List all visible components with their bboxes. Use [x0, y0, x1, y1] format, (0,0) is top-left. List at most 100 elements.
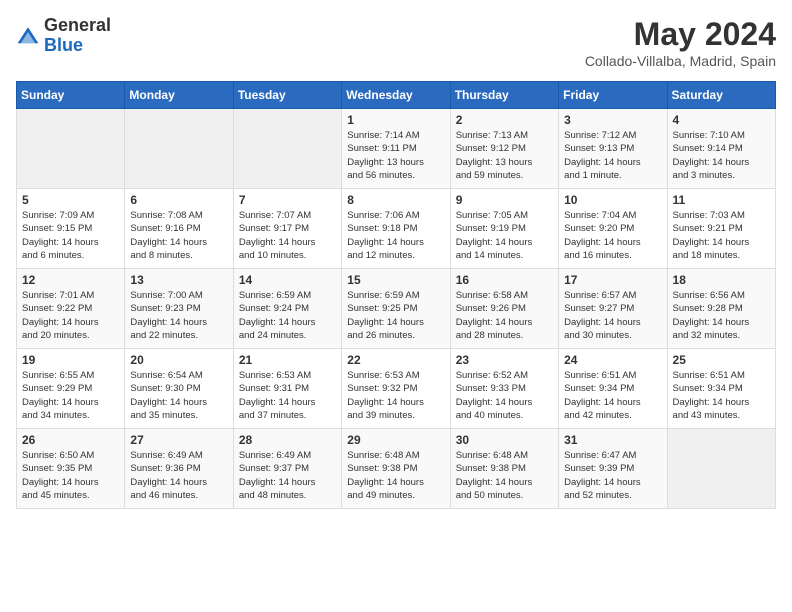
dow-header-friday: Friday: [559, 82, 667, 109]
day-number: 8: [347, 193, 444, 207]
day-number: 16: [456, 273, 553, 287]
day-number: 11: [673, 193, 770, 207]
calendar-cell: 9 Sunrise: 7:05 AM Sunset: 9:19 PM Daylig…: [450, 189, 558, 269]
day-info: Sunrise: 6:59 AM Sunset: 9:25 PM Dayligh…: [347, 289, 444, 342]
dow-header-saturday: Saturday: [667, 82, 775, 109]
dow-header-sunday: Sunday: [17, 82, 125, 109]
dow-header-wednesday: Wednesday: [342, 82, 450, 109]
day-info: Sunrise: 6:47 AM Sunset: 9:39 PM Dayligh…: [564, 449, 661, 502]
week-row-4: 19Sunrise: 6:55 AM Sunset: 9:29 PM Dayli…: [17, 349, 776, 429]
day-info: Sunrise: 7:09 AM Sunset: 9:15 PM Dayligh…: [22, 209, 119, 262]
dow-header-tuesday: Tuesday: [233, 82, 341, 109]
calendar-cell: [125, 109, 233, 189]
day-info: Sunrise: 7:13 AM Sunset: 9:12 PM Dayligh…: [456, 129, 553, 182]
calendar-cell: 17Sunrise: 6:57 AM Sunset: 9:27 PM Dayli…: [559, 269, 667, 349]
calendar-cell: 3Sunrise: 7:12 AM Sunset: 9:13 PM Daylig…: [559, 109, 667, 189]
calendar-cell: 1 Sunrise: 7:14 AM Sunset: 9:11 PM Daylig…: [342, 109, 450, 189]
calendar-cell: [17, 109, 125, 189]
day-info: Sunrise: 6:49 AM Sunset: 9:36 PM Dayligh…: [130, 449, 227, 502]
calendar-cell: 14 Sunrise: 6:59 AM Sunset: 9:24 PM Dayli…: [233, 269, 341, 349]
day-number: 22: [347, 353, 444, 367]
day-number: 6: [130, 193, 227, 207]
day-number: 29: [347, 433, 444, 447]
calendar-table: SundayMondayTuesdayWednesdayThursdayFrid…: [16, 81, 776, 509]
day-info: Sunrise: 6:59 AM Sunset: 9:24 PM Dayligh…: [239, 289, 336, 342]
day-number: 9: [456, 193, 553, 207]
calendar-body: 1 Sunrise: 7:14 AM Sunset: 9:11 PM Daylig…: [17, 109, 776, 509]
logo: General Blue: [16, 16, 111, 56]
calendar-cell: 28Sunrise: 6:49 AM Sunset: 9:37 PM Dayli…: [233, 429, 341, 509]
day-info: Sunrise: 6:51 AM Sunset: 9:34 PM Dayligh…: [673, 369, 770, 422]
calendar-cell: 11 Sunrise: 7:03 AM Sunset: 9:21 PM Dayli…: [667, 189, 775, 269]
week-row-5: 26 Sunrise: 6:50 AM Sunset: 9:35 PM Dayli…: [17, 429, 776, 509]
day-number: 5: [22, 193, 119, 207]
day-number: 27: [130, 433, 227, 447]
calendar-cell: 6Sunrise: 7:08 AM Sunset: 9:16 PM Daylig…: [125, 189, 233, 269]
day-info: Sunrise: 7:06 AM Sunset: 9:18 PM Dayligh…: [347, 209, 444, 262]
calendar-cell: 16 Sunrise: 6:58 AM Sunset: 9:26 PM Dayli…: [450, 269, 558, 349]
subtitle: Collado-Villalba, Madrid, Spain: [585, 53, 776, 69]
day-number: 26: [22, 433, 119, 447]
day-info: Sunrise: 6:49 AM Sunset: 9:37 PM Dayligh…: [239, 449, 336, 502]
day-info: Sunrise: 7:14 AM Sunset: 9:11 PM Dayligh…: [347, 129, 444, 182]
day-info: Sunrise: 6:54 AM Sunset: 9:30 PM Dayligh…: [130, 369, 227, 422]
calendar-cell: 18 Sunrise: 6:56 AM Sunset: 9:28 PM Dayli…: [667, 269, 775, 349]
day-info: Sunrise: 6:56 AM Sunset: 9:28 PM Dayligh…: [673, 289, 770, 342]
day-number: 14: [239, 273, 336, 287]
day-number: 30: [456, 433, 553, 447]
week-row-3: 12 Sunrise: 7:01 AM Sunset: 9:22 PM Dayli…: [17, 269, 776, 349]
day-info: Sunrise: 6:48 AM Sunset: 9:38 PM Dayligh…: [456, 449, 553, 502]
calendar-cell: 27 Sunrise: 6:49 AM Sunset: 9:36 PM Dayli…: [125, 429, 233, 509]
logo-general-text: General: [44, 16, 111, 36]
calendar-cell: 15 Sunrise: 6:59 AM Sunset: 9:25 PM Dayli…: [342, 269, 450, 349]
calendar-cell: 8 Sunrise: 7:06 AM Sunset: 9:18 PM Daylig…: [342, 189, 450, 269]
calendar-cell: 23 Sunrise: 6:52 AM Sunset: 9:33 PM Dayli…: [450, 349, 558, 429]
day-info: Sunrise: 7:01 AM Sunset: 9:22 PM Dayligh…: [22, 289, 119, 342]
logo-text: General Blue: [44, 16, 111, 56]
calendar-cell: 24Sunrise: 6:51 AM Sunset: 9:34 PM Dayli…: [559, 349, 667, 429]
day-number: 15: [347, 273, 444, 287]
dow-header-thursday: Thursday: [450, 82, 558, 109]
calendar-cell: 26 Sunrise: 6:50 AM Sunset: 9:35 PM Dayli…: [17, 429, 125, 509]
day-number: 1: [347, 113, 444, 127]
calendar-cell: 21 Sunrise: 6:53 AM Sunset: 9:31 PM Dayli…: [233, 349, 341, 429]
day-number: 20: [130, 353, 227, 367]
day-number: 25: [673, 353, 770, 367]
day-number: 23: [456, 353, 553, 367]
day-of-week-header: SundayMondayTuesdayWednesdayThursdayFrid…: [17, 82, 776, 109]
day-number: 21: [239, 353, 336, 367]
calendar-cell: 20 Sunrise: 6:54 AM Sunset: 9:30 PM Dayli…: [125, 349, 233, 429]
day-number: 7: [239, 193, 336, 207]
week-row-2: 5 Sunrise: 7:09 AM Sunset: 9:15 PM Daylig…: [17, 189, 776, 269]
day-number: 10: [564, 193, 661, 207]
calendar-cell: 7 Sunrise: 7:07 AM Sunset: 9:17 PM Daylig…: [233, 189, 341, 269]
day-number: 13: [130, 273, 227, 287]
day-info: Sunrise: 6:58 AM Sunset: 9:26 PM Dayligh…: [456, 289, 553, 342]
calendar-cell: 30 Sunrise: 6:48 AM Sunset: 9:38 PM Dayli…: [450, 429, 558, 509]
calendar-cell: 4Sunrise: 7:10 AM Sunset: 9:14 PM Daylig…: [667, 109, 775, 189]
title-block: May 2024 Collado-Villalba, Madrid, Spain: [585, 16, 776, 69]
day-info: Sunrise: 6:53 AM Sunset: 9:32 PM Dayligh…: [347, 369, 444, 422]
calendar-cell: 13 Sunrise: 7:00 AM Sunset: 9:23 PM Dayli…: [125, 269, 233, 349]
calendar-cell: 19Sunrise: 6:55 AM Sunset: 9:29 PM Dayli…: [17, 349, 125, 429]
day-info: Sunrise: 7:00 AM Sunset: 9:23 PM Dayligh…: [130, 289, 227, 342]
day-number: 12: [22, 273, 119, 287]
main-title: May 2024: [585, 16, 776, 53]
day-info: Sunrise: 6:57 AM Sunset: 9:27 PM Dayligh…: [564, 289, 661, 342]
day-info: Sunrise: 7:12 AM Sunset: 9:13 PM Dayligh…: [564, 129, 661, 182]
day-info: Sunrise: 6:48 AM Sunset: 9:38 PM Dayligh…: [347, 449, 444, 502]
day-info: Sunrise: 7:03 AM Sunset: 9:21 PM Dayligh…: [673, 209, 770, 262]
day-number: 18: [673, 273, 770, 287]
day-number: 19: [22, 353, 119, 367]
day-info: Sunrise: 6:53 AM Sunset: 9:31 PM Dayligh…: [239, 369, 336, 422]
day-info: Sunrise: 7:05 AM Sunset: 9:19 PM Dayligh…: [456, 209, 553, 262]
day-info: Sunrise: 6:52 AM Sunset: 9:33 PM Dayligh…: [456, 369, 553, 422]
day-info: Sunrise: 6:51 AM Sunset: 9:34 PM Dayligh…: [564, 369, 661, 422]
day-info: Sunrise: 7:07 AM Sunset: 9:17 PM Dayligh…: [239, 209, 336, 262]
week-row-1: 1 Sunrise: 7:14 AM Sunset: 9:11 PM Daylig…: [17, 109, 776, 189]
day-info: Sunrise: 7:04 AM Sunset: 9:20 PM Dayligh…: [564, 209, 661, 262]
calendar-cell: 25 Sunrise: 6:51 AM Sunset: 9:34 PM Dayli…: [667, 349, 775, 429]
day-info: Sunrise: 6:50 AM Sunset: 9:35 PM Dayligh…: [22, 449, 119, 502]
page-header: General Blue May 2024 Collado-Villalba, …: [16, 16, 776, 69]
logo-blue-text: Blue: [44, 36, 111, 56]
